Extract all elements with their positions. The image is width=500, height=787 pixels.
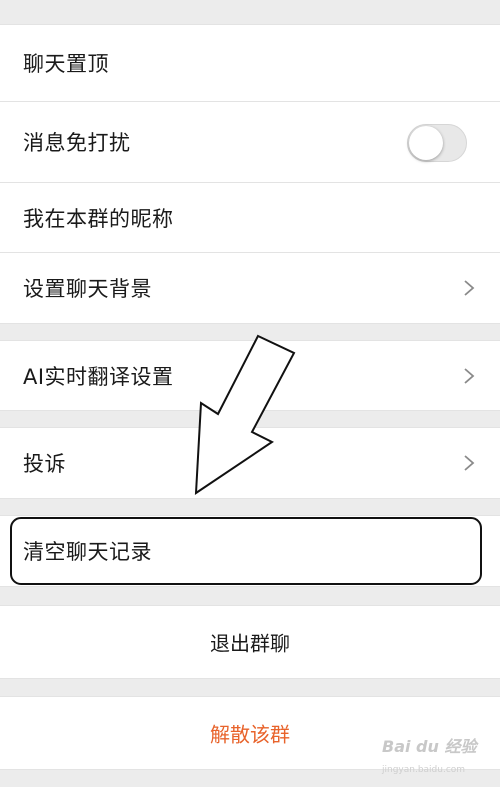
- baidu-watermark-url: jingyan.baidu.com: [382, 765, 466, 775]
- annotation-arrow-icon: [194, 334, 296, 495]
- baidu-watermark: Bai du 经验: [382, 737, 477, 756]
